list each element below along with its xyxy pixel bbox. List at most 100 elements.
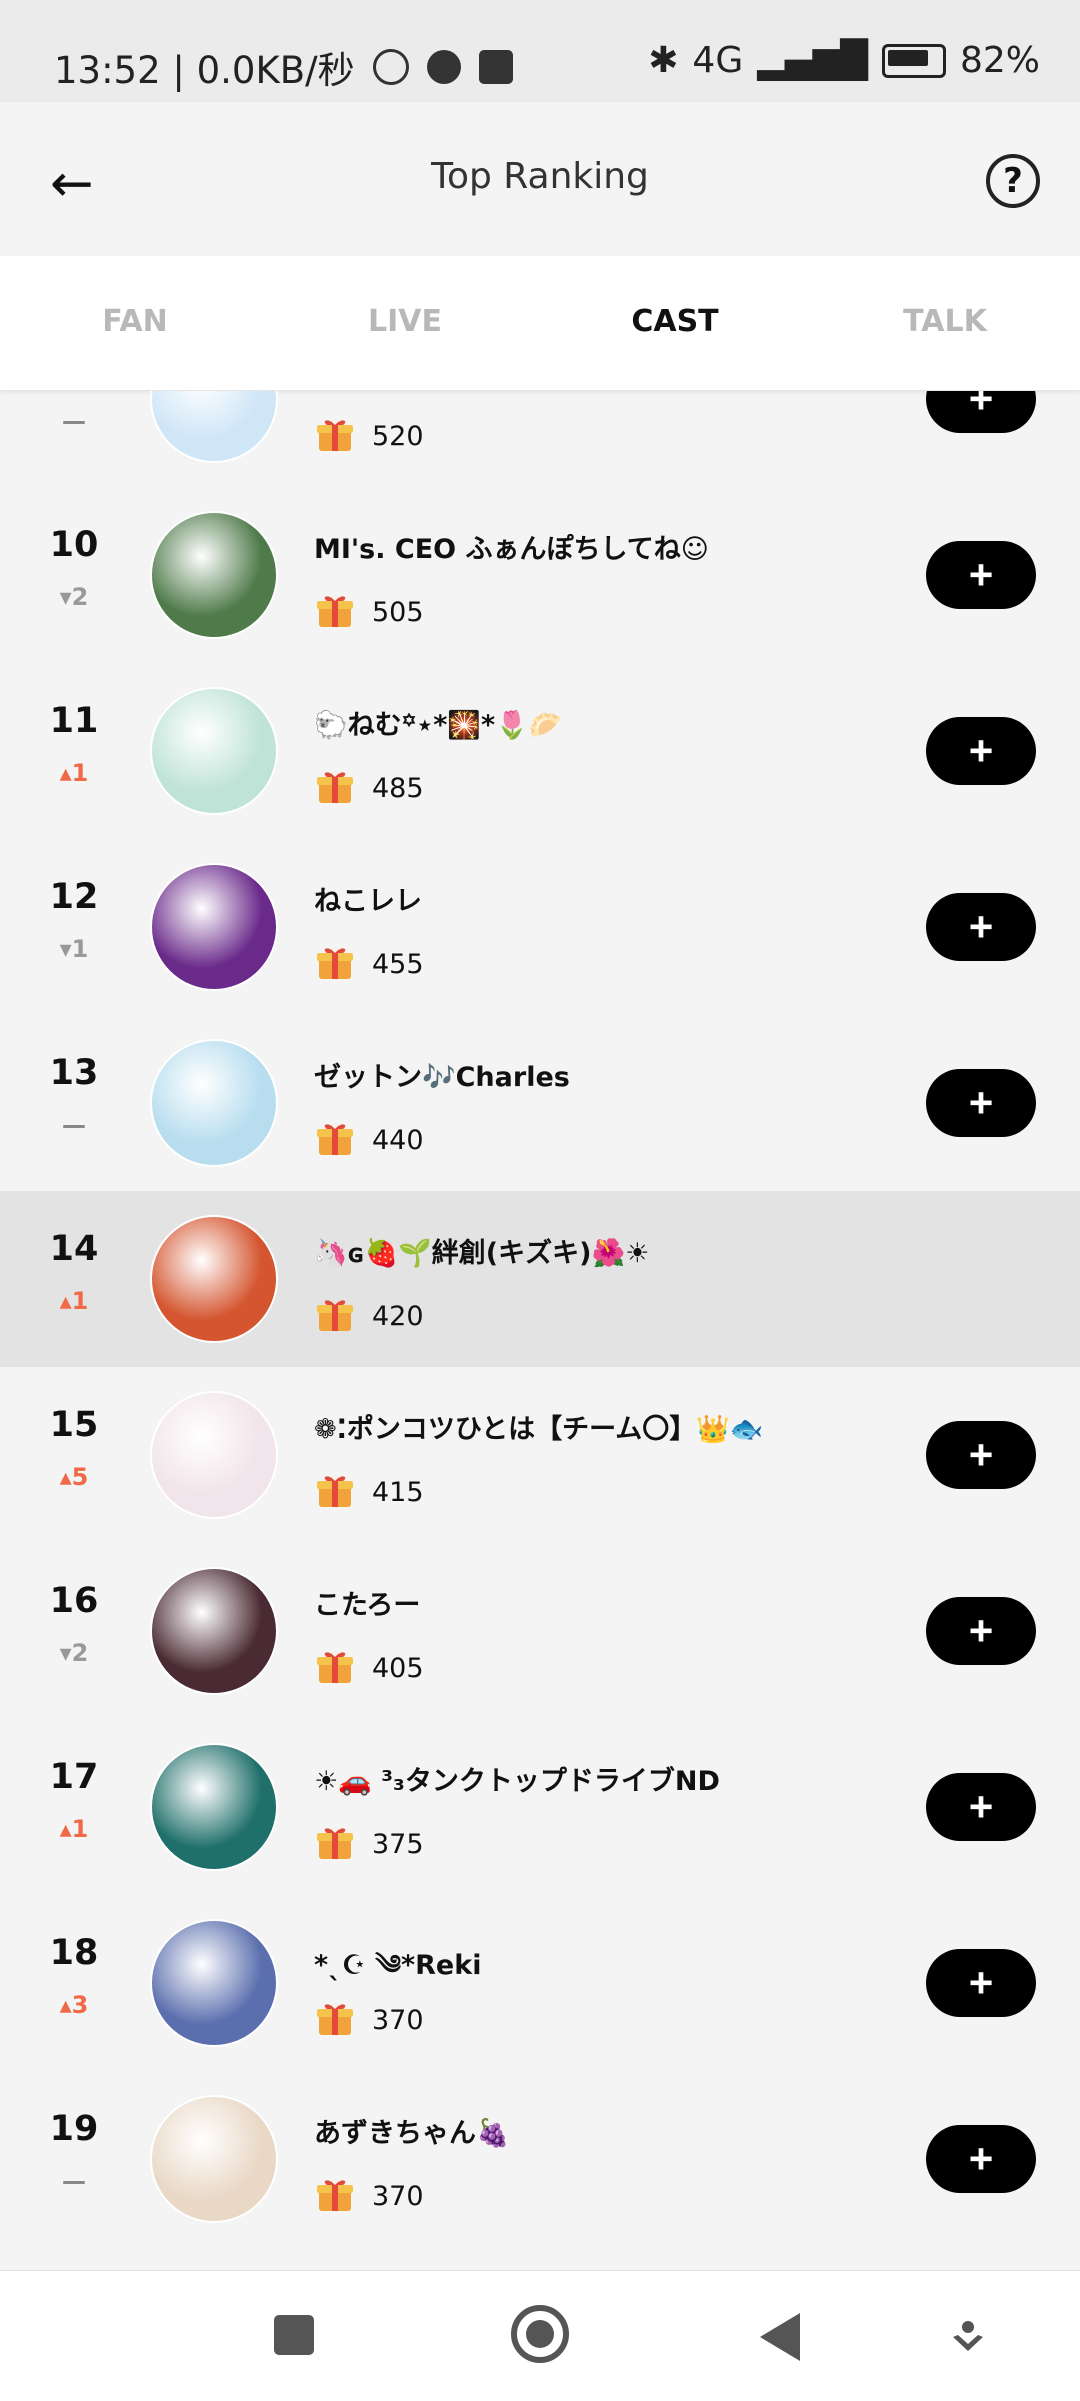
cast-name: 🐑ねむ꙳⋆*🎇*🌷🥟 [314,710,563,741]
rank-change: — [62,2167,86,2195]
rank-change: ▴1 [59,1287,89,1315]
gift-icon [317,2180,353,2211]
status-bar: 13:52 | 0.0KB/秒 ✱ 4G ▂▄▆█ 82% [0,0,1080,102]
tab-fan[interactable]: FAN [0,304,270,339]
gift-score: 505 [372,597,424,628]
rank-number: 15 [49,1405,99,1445]
ranking-row[interactable]: 16 ▾2 こたろー 405 + [0,1543,1080,1719]
signal-icon: ▂▄▆█ [757,40,868,81]
ranking-row[interactable]: 10 ▾2 MI's. CEO ふぁんぽちしてね☺ 505 + [0,487,1080,663]
ranking-row[interactable]: 9—てうた——くれ520+ [0,391,1080,487]
ranking-row[interactable]: 12 ▾1 ねこレレ 455 + [0,839,1080,1015]
follow-button[interactable]: + [926,2125,1036,2193]
ranking-row[interactable]: 14 ▴1 🦄ɢ🍓🌱絆創(キズキ)🌺☀ 420 [0,1191,1080,1367]
rank-number: 13 [49,1053,99,1093]
gift-icon [317,948,353,979]
avatar[interactable] [150,1039,278,1167]
cast-name: ゼットン🎶Charles [314,1062,570,1093]
battery-level: 82% [959,40,1040,81]
cast-name: ❁⁚ポンコツひとは【チーム〇】👑🐟 [314,1414,764,1445]
ranking-row[interactable]: 15 ▴5 ❁⁚ポンコツひとは【チーム〇】👑🐟 415 + [0,1367,1080,1543]
cast-name: MI's. CEO ふぁんぽちしてね☺ [314,534,709,565]
avatar[interactable] [150,1391,278,1519]
gift-icon [317,420,353,451]
cast-name: こたろー [314,1590,421,1621]
avatar[interactable] [150,2095,278,2223]
follow-button[interactable]: + [926,1949,1036,2017]
status-right: ✱ 4G ▂▄▆█ 82% [648,40,1040,81]
recent-apps-button[interactable] [274,2315,314,2355]
ranking-row[interactable]: 19 — あずきちゃん🍇 370 + [0,2071,1080,2247]
help-icon[interactable]: ? [986,154,1040,208]
follow-button[interactable]: + [926,1597,1036,1665]
rank-change: ▴3 [59,1991,89,2019]
gift-icon [317,1652,353,1683]
cast-name: ☀🚗 ³₃タンクトップドライブND [314,1766,720,1797]
page-title: Top Ranking [431,156,649,197]
ranking-list[interactable]: 9—てうた——くれ520+10▾2MI's. CEO ふぁんぽちしてね☺505+… [0,391,1080,2271]
gift-score: 370 [372,2181,424,2212]
cast-name: *ˎ☪︎ ༄*Reki [314,1950,482,1981]
follow-button[interactable]: + [926,1773,1036,1841]
rank-change: ▴1 [59,759,89,787]
follow-button[interactable]: + [926,1421,1036,1489]
gift-score: 415 [372,1477,424,1508]
tab-cast[interactable]: CAST [540,304,810,339]
mute-icon [372,49,409,85]
gift-score: 420 [372,1301,424,1332]
cast-name: ねこレレ [314,886,422,917]
follow-button[interactable]: + [926,893,1036,961]
tab-talk[interactable]: TALK [810,304,1080,339]
gift-icon [317,1124,353,1155]
cast-name: 🦄ɢ🍓🌱絆創(キズキ)🌺☀ [314,1238,650,1269]
status-time: 13:52 | 0.0KB/秒 [54,49,355,92]
ranking-row[interactable]: 18 ▴3 *ˎ☪︎ ༄*Reki 370 + [0,1895,1080,2071]
rank-number: 16 [49,1581,99,1621]
gift-icon [317,1828,353,1859]
rank-change: — [62,1111,86,1139]
network-type: 4G [692,40,744,81]
battery-icon [881,43,946,78]
ranking-row[interactable]: 13 — ゼットン🎶Charles 440 + [0,1015,1080,1191]
avatar[interactable] [150,863,278,991]
ranking-tabs: FAN LIVE CAST TALK [0,256,1080,390]
gift-icon [317,772,353,803]
avatar[interactable] [150,1567,278,1695]
rank-change: ▾2 [59,1639,89,1667]
rank-change: — [62,407,86,435]
ranking-row[interactable]: 11 ▴1 🐑ねむ꙳⋆*🎇*🌷🥟 485 + [0,663,1080,839]
tab-live[interactable]: LIVE [270,304,540,339]
rank-change: ▾2 [59,583,89,611]
rank-number: 14 [49,1229,99,1269]
avatar[interactable] [150,1215,278,1343]
rank-number: 10 [49,525,99,565]
back-button[interactable] [760,2313,800,2361]
home-button[interactable] [511,2305,569,2363]
bluetooth-icon: ✱ [648,40,679,81]
rank-number: 18 [49,1933,99,1973]
follow-button[interactable]: + [926,717,1036,785]
gift-score: 370 [372,2005,424,2036]
follow-button[interactable]: + [926,391,1036,433]
gift-score: 375 [372,1829,424,1860]
rank-number: 19 [49,2109,99,2149]
avatar[interactable] [150,511,278,639]
follow-button[interactable]: + [926,1069,1036,1137]
keyboard-hide-icon[interactable] [950,2319,986,2355]
rank-number: 17 [49,1757,99,1797]
gift-icon [317,596,353,627]
gift-score: 455 [372,949,424,980]
follow-button[interactable]: + [926,541,1036,609]
top-bar: ← Top Ranking ? [0,102,1080,256]
ranking-row[interactable]: 17 ▴1 ☀🚗 ³₃タンクトップドライブND 375 + [0,1719,1080,1895]
avatar[interactable] [150,391,278,463]
gift-score: 485 [372,773,424,804]
gift-score: 520 [372,421,424,452]
rank-change: ▾1 [59,935,89,963]
system-nav-bar [0,2270,1080,2401]
status-left: 13:52 | 0.0KB/秒 [54,40,513,94]
avatar[interactable] [150,687,278,815]
avatar[interactable] [150,1743,278,1871]
gift-icon [317,2004,353,2035]
avatar[interactable] [150,1919,278,2047]
